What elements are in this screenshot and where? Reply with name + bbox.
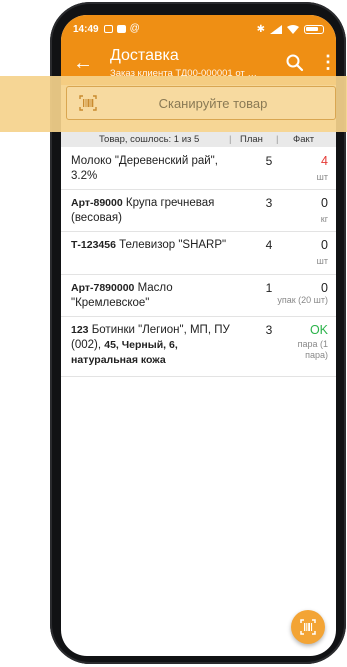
- row-plan: 4: [265, 238, 273, 252]
- row-title: Телевизор "SHARP": [119, 239, 227, 251]
- col-separator: |: [276, 134, 279, 145]
- notification-icons: @: [103, 23, 140, 34]
- table-row[interactable]: 123 Ботинки "Легион", МП, ПУ (002), 45, …: [61, 317, 336, 377]
- row-plan: 1: [265, 281, 273, 295]
- row-code: Арт-89000: [71, 197, 123, 209]
- row-name: Т-123456 Телевизор "SHARP": [71, 238, 231, 253]
- col-plan: План: [240, 134, 263, 145]
- row-plan: 3: [265, 323, 273, 337]
- system-icons: ✱: [257, 24, 324, 35]
- status-time: 14:49: [73, 23, 99, 35]
- status-bar: 14:49 @ ✱: [61, 15, 336, 43]
- message-icon: [103, 25, 113, 33]
- bluetooth-icon: ✱: [256, 23, 265, 35]
- table-row[interactable]: Арт-7890000 Масло "Кремлевское" 1 0 упак…: [61, 275, 336, 317]
- col-product: Товар, сошлось: 1 из 5: [99, 134, 200, 145]
- row-plan: 5: [265, 154, 273, 168]
- row-plan: 3: [265, 196, 273, 210]
- row-unit: шт: [316, 256, 328, 266]
- row-unit: кг: [320, 214, 328, 224]
- more-vertical-icon[interactable]: ⋮: [319, 52, 336, 73]
- scan-field[interactable]: [66, 86, 336, 120]
- col-separator: |: [229, 134, 232, 145]
- battery-icon: [304, 24, 324, 34]
- at-icon: @: [129, 23, 140, 34]
- row-name: Арт-7890000 Масло "Кремлевское": [71, 281, 231, 311]
- calendar-icon: [116, 25, 126, 33]
- row-fact: OK: [309, 323, 328, 337]
- wifi-icon: [287, 24, 299, 34]
- row-name: Молоко "Деревенский рай", 3.2%: [71, 155, 218, 182]
- row-unit: пара): [305, 350, 328, 360]
- row-code: Т-123456: [71, 239, 116, 251]
- row-fact: 0: [321, 238, 328, 252]
- row-unit: шт: [316, 172, 328, 182]
- table-row[interactable]: Молоко "Деревенский рай", 3.2% 5 4 шт: [61, 148, 336, 190]
- page-title: Доставка: [110, 47, 179, 64]
- row-fact: 0: [321, 281, 328, 295]
- scan-input[interactable]: [103, 91, 323, 115]
- scan-fab-button[interactable]: [291, 610, 325, 644]
- row-code: 123: [71, 324, 89, 336]
- col-fact: Факт: [293, 134, 315, 145]
- back-arrow-icon[interactable]: ←: [73, 52, 93, 74]
- row-fact: 0: [321, 196, 328, 210]
- table-row[interactable]: Т-123456 Телевизор "SHARP" 4 0 шт: [61, 232, 336, 275]
- barcode-icon: [79, 95, 97, 111]
- barcode-scan-icon: [300, 619, 316, 635]
- row-name: 123 Ботинки "Легион", МП, ПУ (002), 45, …: [71, 323, 231, 368]
- table-row[interactable]: Арт-89000 Крупа гречневая (весовая) 3 0 …: [61, 190, 336, 232]
- row-unit: пара (1: [297, 339, 328, 349]
- row-unit: упак (20 шт): [277, 295, 328, 305]
- table-header: Товар, сошлось: 1 из 5 | План | Факт: [61, 132, 336, 147]
- row-fact: 4: [321, 154, 328, 168]
- row-name: Арт-89000 Крупа гречневая (весовая): [71, 196, 231, 226]
- row-code: Арт-7890000: [71, 282, 135, 294]
- search-icon[interactable]: [285, 53, 305, 73]
- signal-icon: [270, 24, 282, 34]
